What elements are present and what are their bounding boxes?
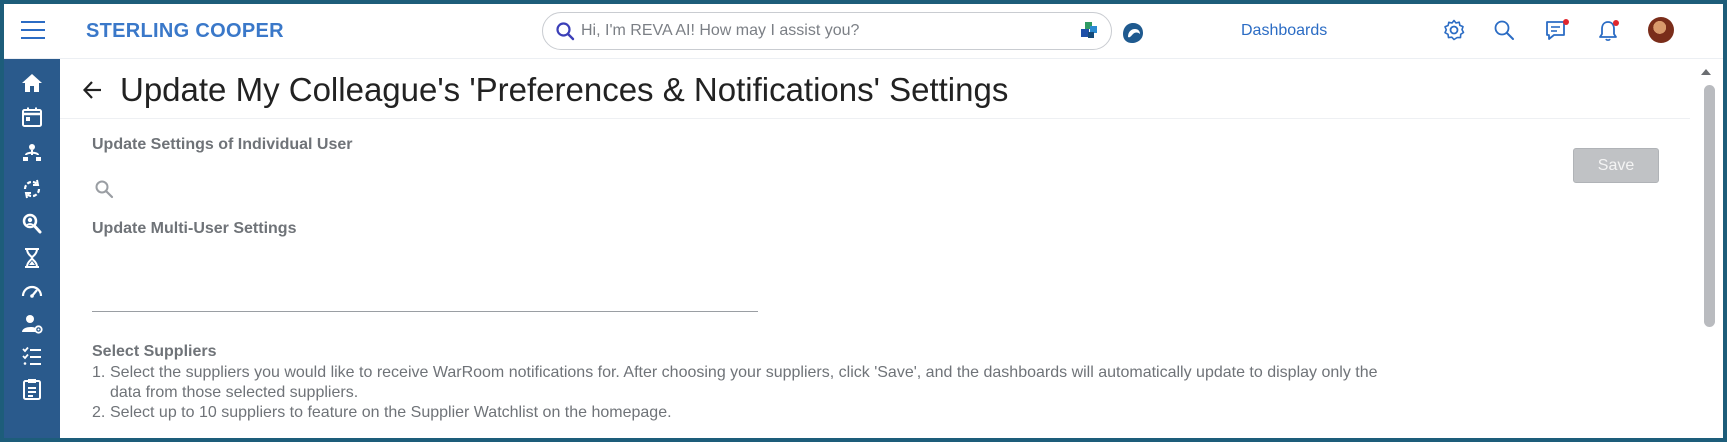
notifications-button[interactable] <box>1596 18 1622 44</box>
back-arrow-icon[interactable] <box>82 79 104 101</box>
reva-search-box[interactable] <box>542 12 1112 50</box>
top-bar: STERLING COOPER Dashboards <box>4 4 1723 59</box>
sidebar <box>4 59 60 438</box>
list-item: 2. Select up to 10 suppliers to feature … <box>92 404 672 421</box>
instruction-text: Select up to 10 suppliers to feature on … <box>110 404 672 421</box>
message-notification-dot <box>1563 19 1569 25</box>
search-icon <box>556 22 575 41</box>
checklist-icon[interactable] <box>20 344 44 368</box>
vertical-scrollbar[interactable] <box>1690 59 1723 438</box>
scrollbar-thumb[interactable] <box>1704 85 1715 327</box>
reva-logo-icon[interactable] <box>1079 21 1099 41</box>
dashboards-link[interactable]: Dashboards <box>1241 22 1327 40</box>
hamburger-menu-icon[interactable] <box>21 21 45 41</box>
user-avatar[interactable] <box>1648 17 1674 43</box>
save-button[interactable]: Save <box>1573 148 1659 183</box>
messages-button[interactable] <box>1544 18 1570 44</box>
multi-user-input-field[interactable] <box>92 311 758 312</box>
select-suppliers-heading: Select Suppliers <box>92 343 217 360</box>
app-window: STERLING COOPER Dashboards <box>4 4 1723 438</box>
individual-user-heading: Update Settings of Individual User <box>92 136 353 153</box>
select-suppliers-instructions: 1. Select the suppliers you would like t… <box>92 363 1402 423</box>
user-settings-icon[interactable] <box>20 312 44 336</box>
main-content: Update My Colleague's 'Preferences & Not… <box>60 59 1690 438</box>
hourglass-icon[interactable] <box>20 246 44 270</box>
refresh-cycle-icon[interactable] <box>20 177 44 201</box>
scroll-up-icon[interactable] <box>1699 67 1713 77</box>
calendar-icon[interactable] <box>20 105 44 129</box>
user-search-icon[interactable] <box>94 179 114 199</box>
reva-search-input[interactable] <box>581 19 1061 43</box>
gauge-icon[interactable] <box>20 280 44 304</box>
multi-user-heading: Update Multi-User Settings <box>92 220 297 237</box>
clipboard-icon[interactable] <box>20 377 44 401</box>
hierarchy-icon[interactable] <box>20 141 44 165</box>
home-icon[interactable] <box>20 71 44 95</box>
search-icon[interactable] <box>1492 18 1516 42</box>
brand-logo[interactable]: STERLING COOPER <box>86 20 284 43</box>
gear-icon[interactable] <box>1442 18 1466 42</box>
search-user-icon[interactable] <box>20 212 44 236</box>
title-row: Update My Colleague's 'Preferences & Not… <box>60 59 1690 119</box>
page-title: Update My Colleague's 'Preferences & Not… <box>120 71 1009 108</box>
reva-bot-icon[interactable] <box>1120 20 1146 46</box>
instruction-text: Select the suppliers you would like to r… <box>110 364 1378 401</box>
list-item: 1. Select the suppliers you would like t… <box>92 364 1378 401</box>
bell-notification-dot <box>1613 20 1619 26</box>
